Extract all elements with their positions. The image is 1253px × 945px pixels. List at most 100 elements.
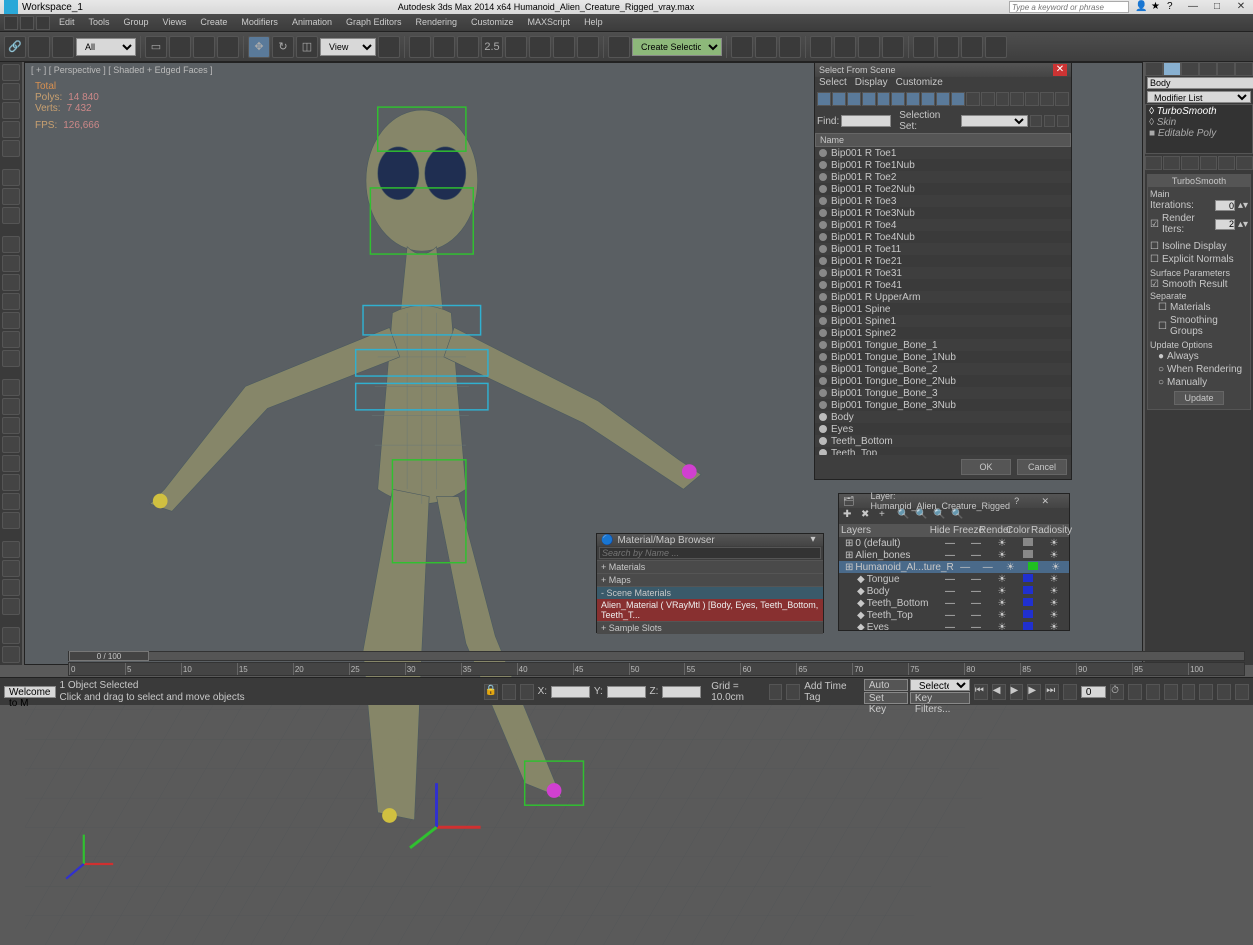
display-tab[interactable] <box>1217 62 1235 76</box>
minimize-button[interactable]: — <box>1185 1 1201 13</box>
sfs-filter-icon[interactable] <box>966 92 980 106</box>
layer-col-header[interactable]: Hide <box>927 525 953 536</box>
render-iter-icon[interactable] <box>985 36 1007 58</box>
sfs-list-item[interactable]: Bip001 Spine <box>815 303 1071 315</box>
sfs-list-item[interactable]: Bip001 R Toe2Nub <box>815 183 1071 195</box>
close-button[interactable]: ✕ <box>1233 1 1249 13</box>
material-editor-icon[interactable] <box>858 36 880 58</box>
object-name-input[interactable] <box>1147 77 1253 89</box>
sfs-filter-icon[interactable] <box>981 92 995 106</box>
window-crossing-icon[interactable] <box>217 36 239 58</box>
modifier-item[interactable]: ◊ Skin <box>1147 117 1251 128</box>
unlink-icon[interactable] <box>28 36 50 58</box>
layer-col-header[interactable]: Freeze <box>953 525 979 536</box>
scene-material-item[interactable]: Alien_Material ( VRayMtl ) [Body, Eyes, … <box>597 599 823 621</box>
layer-del-icon[interactable]: ✖ <box>861 509 875 523</box>
lock-icon[interactable]: 🔒 <box>484 684 498 700</box>
layer-row[interactable]: ◆Eyes——☀☀ <box>839 621 1069 630</box>
sfs-ok-button[interactable]: OK <box>961 459 1011 475</box>
app-button[interactable] <box>4 16 18 30</box>
matbr-search-input[interactable] <box>599 547 821 559</box>
x-coord-input[interactable] <box>551 686 590 698</box>
zoom-all-icon[interactable] <box>1146 684 1160 700</box>
goto-end-icon[interactable]: ⏭ <box>1045 684 1059 700</box>
named-sel-icon[interactable] <box>608 36 630 58</box>
move-icon[interactable]: ✥ <box>248 36 270 58</box>
snap2-icon[interactable] <box>505 36 527 58</box>
sfs-filter-icon[interactable] <box>921 92 935 106</box>
update-manual-radio[interactable] <box>1158 377 1164 388</box>
sfs-menu-display[interactable]: Display <box>855 77 888 91</box>
layer-help-icon[interactable]: ? <box>1014 496 1037 506</box>
create-tab[interactable] <box>1145 62 1163 76</box>
sample-slots-section[interactable]: + Sample Slots <box>597 621 823 634</box>
sfs-list-item[interactable]: Bip001 R Toe1 <box>815 147 1071 159</box>
sfs-list-item[interactable]: Teeth_Top <box>815 447 1071 455</box>
layer-row[interactable]: ◆Tongue——☀☀ <box>839 573 1069 585</box>
z-coord-input[interactable] <box>662 686 701 698</box>
render-icon[interactable] <box>937 36 959 58</box>
prev-frame-icon[interactable]: ◀ <box>992 684 1006 700</box>
sfs-list-item[interactable]: Bip001 R Toe31 <box>815 267 1071 279</box>
curve-editor-icon[interactable] <box>810 36 832 58</box>
help-icon[interactable]: ? <box>1167 1 1179 13</box>
ts-rollout-header[interactable]: TurboSmooth <box>1148 175 1250 187</box>
sfs-list-item[interactable]: Teeth_Bottom <box>815 435 1071 447</box>
link-icon[interactable]: 🔗 <box>4 36 26 58</box>
layer-row[interactable]: ◆Teeth_Top——☀☀ <box>839 609 1069 621</box>
sfs-filter-icon[interactable] <box>832 92 846 106</box>
angle-snap-icon[interactable] <box>433 36 455 58</box>
render-prod-icon[interactable] <box>961 36 983 58</box>
menu-help[interactable]: Help <box>577 17 610 27</box>
sfs-list-item[interactable]: Bip001 Tongue_Bone_1Nub <box>815 351 1071 363</box>
sfs-list-item[interactable]: Body <box>815 411 1071 423</box>
menu-group[interactable]: Group <box>117 17 156 27</box>
modify-tab[interactable] <box>1163 62 1181 76</box>
iterations-spinner[interactable] <box>1215 200 1235 211</box>
snap-icon[interactable] <box>409 36 431 58</box>
menu-customize[interactable]: Customize <box>464 17 521 27</box>
fov-icon[interactable] <box>1182 684 1196 700</box>
undo-button[interactable] <box>20 16 34 30</box>
time-config-icon[interactable]: ⏱ <box>1110 684 1124 700</box>
sfs-filter-icon[interactable] <box>996 92 1010 106</box>
pivot-icon[interactable] <box>378 36 400 58</box>
favorites-icon[interactable]: ★ <box>1151 1 1163 13</box>
workspace-dropdown[interactable]: Workspace_1 <box>22 2 83 13</box>
mirror-icon[interactable] <box>731 36 753 58</box>
sfs-filter-icon[interactable] <box>891 92 905 106</box>
layer-row[interactable]: ⊞0 (default)——☀☀ <box>839 537 1069 549</box>
next-frame-icon[interactable]: ▶ <box>1027 684 1041 700</box>
timeline[interactable]: 0 / 100 05101520253035404550556065707580… <box>68 651 1245 677</box>
layer-row[interactable]: ◆Body——☀☀ <box>839 585 1069 597</box>
spinner-snap-icon[interactable]: 2.5 <box>481 36 503 58</box>
help-search-input[interactable] <box>1009 1 1129 13</box>
sfs-list-item[interactable]: Bip001 R Toe41 <box>815 279 1071 291</box>
autokey-button[interactable]: Auto Key <box>864 679 908 691</box>
sfs-filter-icon[interactable] <box>951 92 965 106</box>
sfs-list-item[interactable]: Bip001 R Toe21 <box>815 255 1071 267</box>
add-time-tag[interactable]: Add Time Tag <box>804 681 856 703</box>
key-mode-icon[interactable] <box>1063 684 1077 700</box>
modifier-stack[interactable]: ◊ TurboSmooth◊ Skin■ Editable Poly <box>1145 104 1253 154</box>
sfs-list-item[interactable]: Bip001 R Toe3 <box>815 195 1071 207</box>
keyfilters-button[interactable]: Key Filters... <box>910 692 970 704</box>
sep-smgroups-check[interactable] <box>1158 321 1167 332</box>
sfs-filter-icon[interactable] <box>1010 92 1024 106</box>
align-icon[interactable] <box>755 36 777 58</box>
menu-edit[interactable]: Edit <box>52 17 82 27</box>
bind-icon[interactable] <box>52 36 74 58</box>
goto-start-icon[interactable]: ⏮ <box>974 684 988 700</box>
sfs-filter-icon[interactable] <box>1040 92 1054 106</box>
sfs-list-item[interactable]: Bip001 R Toe4Nub <box>815 231 1071 243</box>
sfs-list-item[interactable]: Eyes <box>815 423 1071 435</box>
matbr-options-icon[interactable]: ▾ <box>807 534 819 546</box>
sfs-filter-icon[interactable] <box>1025 92 1039 106</box>
render-iters-check[interactable] <box>1150 219 1159 230</box>
modifier-list-dropdown[interactable]: Modifier List <box>1147 91 1251 103</box>
matbr-section[interactable]: - Scene Materials <box>597 586 823 599</box>
isolate-icon[interactable] <box>769 684 783 700</box>
maximize-button[interactable]: □ <box>1209 1 1225 13</box>
scale-icon[interactable]: ◫ <box>296 36 318 58</box>
ref-coord-dropdown[interactable]: View <box>320 38 376 56</box>
